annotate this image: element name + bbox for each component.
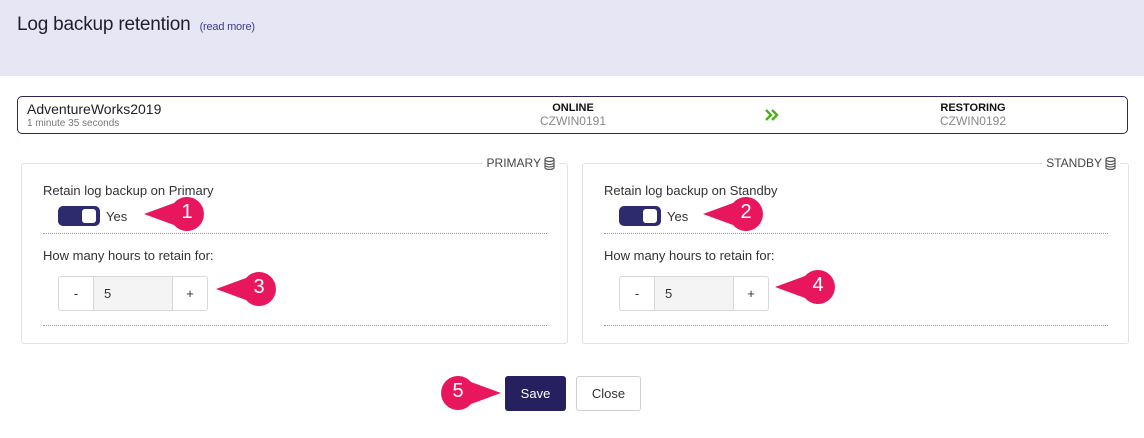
primary-node-status: ONLINE CZWIN0191	[503, 102, 643, 128]
decrement-button[interactable]: -	[620, 277, 654, 310]
increment-button[interactable]: +	[173, 277, 207, 310]
double-chevron-right-icon	[765, 109, 779, 121]
hours-standby-input[interactable]: 5	[654, 277, 734, 310]
hours-standby-stepper: - 5 +	[619, 276, 769, 311]
retain-primary-toggle[interactable]	[58, 206, 100, 226]
retain-primary-label: Retain log backup on Primary	[43, 183, 214, 198]
callout-1: 1	[144, 197, 206, 231]
callout-4-number: 4	[812, 274, 824, 296]
hours-primary-input[interactable]: 5	[93, 277, 173, 310]
primary-host: CZWIN0191	[539, 114, 607, 128]
primary-state: ONLINE	[552, 102, 594, 114]
callout-2-number: 2	[740, 201, 752, 223]
close-button[interactable]: Close	[576, 376, 641, 411]
hours-standby-label: How many hours to retain for:	[604, 248, 775, 263]
retain-standby-toggle-text: Yes	[667, 209, 689, 224]
standby-panel: STANDBY Retain log backup on Standby Yes…	[582, 156, 1129, 344]
divider	[43, 233, 547, 234]
read-more-link[interactable]: (read more)	[200, 21, 255, 33]
standby-legend: STANDBY	[1042, 156, 1120, 170]
database-icon	[1105, 156, 1116, 170]
primary-panel: PRIMARY Retain log backup on Primary Yes…	[21, 156, 568, 344]
retain-primary-toggle-text: Yes	[106, 209, 128, 224]
standby-host: CZWIN0192	[939, 114, 1007, 128]
divider	[604, 233, 1108, 234]
callout-4: 4	[775, 270, 837, 304]
primary-legend-text: PRIMARY	[486, 156, 541, 170]
elapsed-time: 1 minute 35 seconds	[27, 118, 120, 129]
standby-legend-text: STANDBY	[1046, 156, 1102, 170]
increment-button[interactable]: +	[734, 277, 768, 310]
toggle-knob	[82, 209, 96, 223]
callout-1-number: 1	[181, 201, 193, 223]
save-button[interactable]: Save	[505, 376, 566, 411]
hours-primary-stepper: - 5 +	[58, 276, 208, 311]
toggle-knob	[643, 209, 657, 223]
callout-3: 3	[216, 272, 278, 306]
page-title: Log backup retention (read more)	[17, 14, 255, 36]
decrement-button[interactable]: -	[59, 277, 93, 310]
callout-3-number: 3	[253, 276, 265, 298]
page-title-text: Log backup retention	[17, 14, 191, 35]
standby-state: RESTORING	[940, 102, 1006, 114]
callout-5: 5	[439, 376, 501, 410]
divider	[604, 325, 1108, 326]
database-name: AdventureWorks2019	[27, 101, 162, 117]
page-header: Log backup retention (read more)	[0, 0, 1144, 76]
callout-5-number: 5	[452, 380, 464, 402]
standby-node-status: RESTORING CZWIN0192	[903, 102, 1043, 128]
hours-primary-label: How many hours to retain for:	[43, 248, 214, 263]
divider	[43, 325, 547, 326]
retain-standby-toggle[interactable]	[619, 206, 661, 226]
database-status-bar: AdventureWorks2019 1 minute 35 seconds O…	[17, 96, 1128, 134]
retain-standby-label: Retain log backup on Standby	[604, 183, 778, 198]
primary-legend: PRIMARY	[482, 156, 559, 170]
database-icon	[544, 156, 555, 170]
callout-2: 2	[703, 197, 765, 231]
